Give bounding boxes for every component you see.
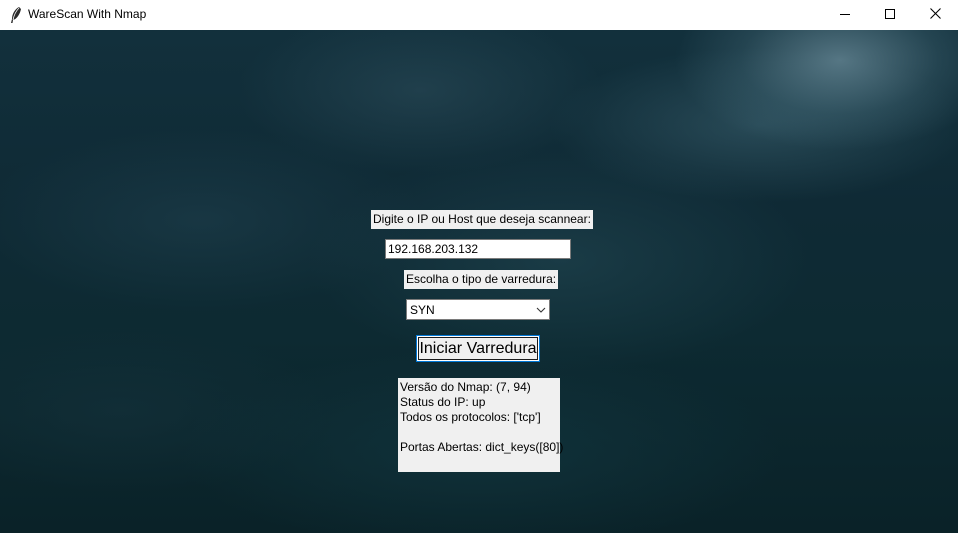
close-icon: [929, 6, 941, 24]
title-bar[interactable]: WareScan With Nmap: [0, 0, 958, 30]
protocols-text: Todos os protocolos: ['tcp']: [400, 410, 541, 424]
scan-type-selected-value: SYN: [410, 302, 435, 317]
minimize-button[interactable]: [822, 0, 868, 30]
app-window: WareScan With Nmap Digite o IP ou Host q…: [0, 0, 958, 533]
window-title: WareScan With Nmap: [28, 7, 147, 21]
start-scan-button[interactable]: Iniciar Varredura: [416, 335, 540, 362]
host-label: Digite o IP ou Host que deseja scannear:: [371, 210, 593, 229]
host-input[interactable]: [385, 239, 571, 259]
background-image: Digite o IP ou Host que deseja scannear:…: [0, 30, 958, 533]
ip-status-text: Status do IP: up: [400, 395, 486, 409]
minimize-icon: [840, 6, 850, 24]
chevron-down-icon[interactable]: [533, 300, 549, 319]
open-ports-text: Portas Abertas: dict_keys([80]): [400, 440, 564, 454]
scan-type-label: Escolha o tipo de varredura:: [404, 270, 559, 289]
close-button[interactable]: [912, 0, 958, 30]
nmap-version-text: Versão do Nmap: (7, 94): [400, 380, 531, 394]
maximize-button[interactable]: [867, 0, 913, 30]
feather-icon: [8, 6, 24, 24]
maximize-icon: [885, 6, 895, 24]
scan-type-dropdown[interactable]: SYN: [406, 299, 550, 320]
scan-results-panel: Versão do Nmap: (7, 94) Status do IP: up…: [398, 378, 564, 472]
